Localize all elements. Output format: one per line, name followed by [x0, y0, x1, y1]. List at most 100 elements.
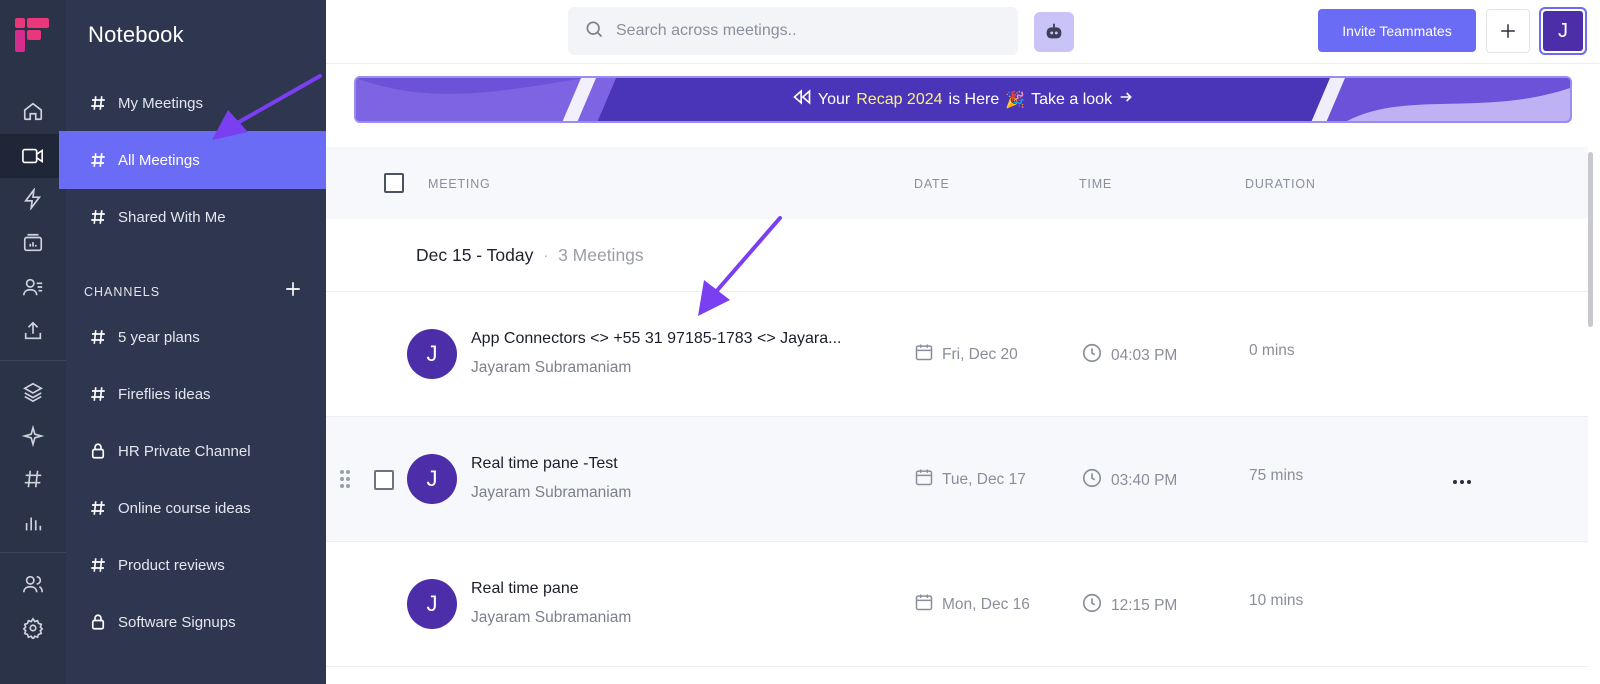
fireflies-logo-icon[interactable] — [15, 18, 51, 59]
time-cell: 04:03 PM — [1081, 342, 1177, 369]
duration-cell: 0 mins — [1249, 342, 1295, 360]
arrow-right-icon — [1118, 89, 1134, 110]
bar-chart-icon[interactable] — [0, 501, 66, 545]
scrollbar-thumb[interactable] — [1588, 152, 1593, 327]
meeting-title[interactable]: App Connectors <> +55 31 97185-1783 <> J… — [471, 330, 842, 348]
channel-label: Online course ideas — [118, 499, 251, 517]
invite-teammates-button[interactable]: Invite Teammates — [1318, 9, 1476, 52]
meeting-time: 03:40 PM — [1111, 471, 1178, 489]
channels-heading: CHANNELS — [84, 285, 161, 299]
layers-icon[interactable] — [0, 370, 66, 414]
date-group-header: Dec 15 - Today · 3 Meetings — [326, 219, 1588, 292]
video-icon[interactable] — [0, 134, 66, 178]
channel-label: HR Private Channel — [118, 442, 251, 460]
lock-icon — [88, 442, 108, 460]
meeting-duration: 75 mins — [1249, 467, 1304, 484]
duration-cell: 10 mins — [1249, 592, 1303, 610]
date-cell: Tue, Dec 17 — [914, 467, 1026, 492]
calendar-icon — [914, 342, 934, 367]
more-options-icon[interactable] — [1452, 472, 1472, 490]
channels-hash-icon[interactable] — [0, 457, 66, 501]
search-box[interactable] — [568, 7, 1018, 55]
clock-icon — [1081, 592, 1103, 619]
annotation-arrow-icon — [212, 74, 322, 140]
hash-icon — [88, 499, 108, 517]
clock-icon — [1081, 467, 1103, 494]
table-row[interactable]: J Real time pane Jayaram Subramaniam Mon… — [326, 542, 1588, 667]
meeting-duration: 0 mins — [1249, 342, 1295, 359]
upload-icon[interactable] — [0, 309, 66, 353]
group-count: 3 Meetings — [558, 244, 644, 265]
sidebar-item-shared-with-me[interactable]: Shared With Me — [66, 188, 326, 246]
sidebar-item-label: My Meetings — [118, 94, 204, 112]
rewind-icon — [792, 89, 812, 110]
channel-label: Product reviews — [118, 556, 225, 574]
meeting-title[interactable]: Real time pane -Test — [471, 455, 618, 473]
column-header-meeting[interactable]: MEETING — [428, 177, 491, 191]
meeting-title[interactable]: Real time pane — [471, 580, 579, 598]
channel-item[interactable]: HR Private Channel — [66, 422, 326, 480]
meeting-time: 04:03 PM — [1111, 346, 1178, 364]
contacts-icon[interactable] — [0, 265, 66, 309]
sidebar-title: Notebook — [88, 22, 184, 47]
ai-bot-icon[interactable] — [1034, 12, 1074, 52]
banner-suffix: is Here — [948, 90, 1000, 108]
row-checkbox[interactable] — [374, 470, 394, 490]
table-row[interactable]: J Real time pane -Test Jayaram Subramani… — [326, 417, 1588, 542]
meeting-date: Mon, Dec 16 — [942, 595, 1030, 613]
channel-item[interactable]: Fireflies ideas — [66, 365, 326, 423]
avatar: J — [407, 454, 457, 504]
banner-message: Your Recap 2024 is Here 🎉 Take a look — [356, 78, 1570, 121]
group-separator: · — [543, 247, 549, 263]
group-title: Dec 15 - Today — [416, 244, 534, 265]
hash-icon — [88, 556, 108, 574]
user-initial: J — [1543, 11, 1583, 51]
column-header-date[interactable]: DATE — [914, 177, 950, 191]
clock-icon — [1081, 342, 1103, 369]
banner-cta[interactable]: Take a look — [1031, 91, 1112, 109]
channel-item[interactable]: Online course ideas — [66, 479, 326, 537]
column-header-duration[interactable]: DURATION — [1245, 177, 1316, 191]
banner-prefix: Your — [817, 90, 851, 108]
meeting-owner: Jayaram Subramaniam — [471, 609, 632, 626]
home-icon[interactable] — [0, 89, 66, 133]
select-all-checkbox[interactable] — [384, 173, 404, 193]
hash-icon — [88, 94, 108, 112]
top-bar: Invite Teammates J — [326, 0, 1600, 64]
party-emoji: 🎉 — [1005, 91, 1026, 109]
hash-icon — [88, 208, 108, 226]
avatar: J — [407, 329, 457, 379]
sparkle-icon[interactable] — [0, 414, 66, 458]
lock-icon — [88, 613, 108, 631]
channel-item[interactable]: Software Signups — [66, 593, 326, 651]
add-channel-plus-icon[interactable] — [284, 280, 302, 303]
channel-item[interactable]: Product reviews — [66, 536, 326, 594]
meeting-time: 12:15 PM — [1111, 596, 1178, 614]
app-root: Notebook My Meetings All Meetings Shared… — [0, 0, 1600, 684]
hash-icon — [88, 328, 108, 346]
meeting-owner: Jayaram Subramaniam — [471, 359, 632, 376]
drag-handle-icon[interactable] — [339, 469, 351, 494]
meeting-duration: 10 mins — [1249, 592, 1304, 609]
recap-banner[interactable]: Your Recap 2024 is Here 🎉 Take a look — [354, 76, 1572, 123]
analytics-icon[interactable] — [0, 221, 66, 265]
team-icon[interactable] — [0, 562, 66, 606]
new-item-plus-button[interactable] — [1486, 9, 1530, 53]
table-header: MEETING DATE TIME DURATION — [326, 147, 1588, 219]
bolt-icon[interactable] — [0, 177, 66, 221]
column-header-time[interactable]: TIME — [1079, 177, 1112, 191]
sidebar-item-label: All Meetings — [118, 151, 200, 169]
date-cell: Mon, Dec 16 — [914, 592, 1030, 617]
date-cell: Fri, Dec 20 — [914, 342, 1018, 367]
time-cell: 03:40 PM — [1081, 467, 1177, 494]
search-input[interactable] — [616, 22, 996, 40]
channel-item[interactable]: 5 year plans — [66, 308, 326, 366]
duration-cell: 75 mins — [1249, 467, 1303, 485]
user-avatar-button[interactable]: J — [1539, 7, 1587, 55]
search-icon — [584, 19, 604, 44]
settings-icon[interactable] — [0, 606, 66, 650]
channel-label: 5 year plans — [118, 328, 200, 346]
hash-icon — [88, 151, 108, 169]
table-row[interactable]: J App Connectors <> +55 31 97185-1783 <>… — [326, 292, 1588, 417]
calendar-icon — [914, 467, 934, 492]
